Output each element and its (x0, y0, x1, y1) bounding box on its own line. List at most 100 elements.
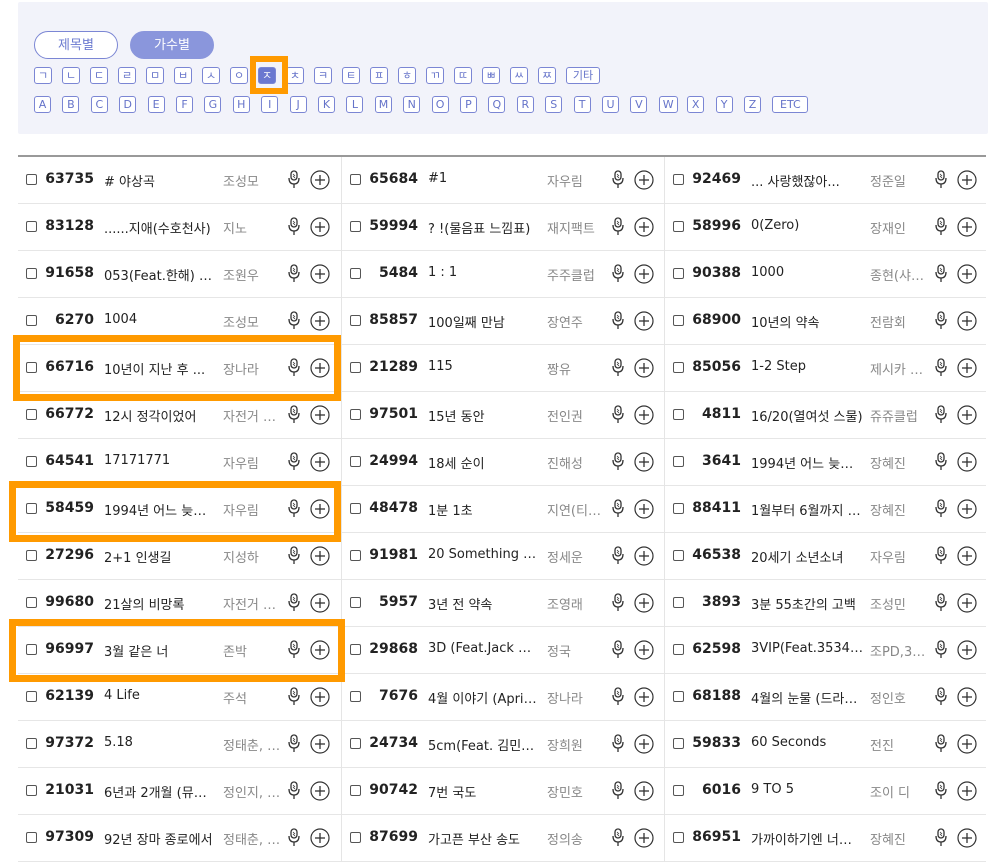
microphone-icon[interactable] (933, 640, 949, 660)
row-checkbox[interactable] (673, 174, 684, 185)
microphone-icon[interactable] (286, 593, 302, 613)
microphone-icon[interactable] (286, 640, 302, 660)
row-checkbox[interactable] (26, 268, 37, 279)
letter-chip[interactable]: I (261, 96, 279, 113)
row-checkbox[interactable] (673, 456, 684, 467)
microphone-icon[interactable] (933, 593, 949, 613)
consonant-chip[interactable]: ㅁ (146, 67, 165, 84)
add-circle-icon[interactable] (310, 781, 330, 801)
letter-chip[interactable]: V (630, 96, 648, 113)
song-title[interactable]: 3VIP(Feat.3534, ...) (751, 641, 863, 656)
consonant-chip[interactable]: ㅌ (342, 67, 361, 84)
letter-chip[interactable]: M (374, 96, 393, 113)
letter-chip[interactable]: Z (744, 96, 761, 113)
song-title[interactable]: 가고픈 부산 송도 (428, 829, 540, 848)
song-title[interactable]: 1004 (104, 312, 216, 327)
add-circle-icon[interactable] (957, 593, 977, 613)
add-circle-icon[interactable] (310, 734, 330, 754)
letter-chip[interactable]: N (403, 96, 421, 113)
song-title[interactable]: 3년 전 약속 (428, 594, 540, 613)
row-checkbox[interactable] (673, 738, 684, 749)
letter-chip[interactable]: K (318, 96, 335, 113)
song-title[interactable]: 20세기 소년소녀 (751, 547, 863, 566)
microphone-icon[interactable] (610, 640, 626, 660)
letter-chip[interactable]: B (62, 96, 80, 113)
microphone-icon[interactable] (933, 311, 949, 331)
song-title[interactable]: 1994년 어느 늦은 밤 (104, 500, 216, 519)
microphone-icon[interactable] (610, 217, 626, 237)
consonant-chip[interactable]: ㅆ (510, 67, 529, 84)
add-circle-icon[interactable] (634, 640, 654, 660)
consonant-chip[interactable]: ㅇ (230, 67, 249, 84)
letter-chip[interactable]: A (34, 96, 51, 113)
microphone-icon[interactable] (933, 546, 949, 566)
add-circle-icon[interactable] (957, 170, 977, 190)
add-circle-icon[interactable] (634, 593, 654, 613)
song-title[interactable]: 92년 장마 종로에서 (104, 829, 216, 848)
letter-chip[interactable]: Y (715, 96, 733, 113)
row-checkbox[interactable] (673, 221, 684, 232)
add-circle-icon[interactable] (634, 358, 654, 378)
microphone-icon[interactable] (610, 311, 626, 331)
consonant-chip[interactable]: ㅅ (202, 67, 221, 84)
row-checkbox[interactable] (350, 174, 361, 185)
add-circle-icon[interactable] (310, 452, 330, 472)
add-circle-icon[interactable] (957, 217, 977, 237)
add-circle-icon[interactable] (957, 640, 977, 660)
microphone-icon[interactable] (610, 828, 626, 848)
add-circle-icon[interactable] (310, 405, 330, 425)
song-title[interactable]: 12시 정각이었어 (104, 406, 216, 425)
song-title[interactable]: # 야상곡 (104, 171, 216, 190)
row-checkbox[interactable] (673, 362, 684, 373)
microphone-icon[interactable] (610, 734, 626, 754)
song-title[interactable]: 가까이하기엔 너무 먼 당신 (751, 829, 863, 848)
row-checkbox[interactable] (350, 832, 361, 843)
microphone-icon[interactable] (933, 217, 949, 237)
add-circle-icon[interactable] (634, 264, 654, 284)
microphone-icon[interactable] (610, 546, 626, 566)
row-checkbox[interactable] (26, 832, 37, 843)
consonant-chip[interactable]: ㅉ (538, 67, 557, 84)
row-checkbox[interactable] (26, 785, 37, 796)
song-title[interactable]: 2+1 인생길 (104, 547, 216, 566)
add-circle-icon[interactable] (310, 170, 330, 190)
add-circle-icon[interactable] (957, 405, 977, 425)
add-circle-icon[interactable] (310, 264, 330, 284)
song-title[interactable]: 3D (Feat.Jack Harlow) (428, 641, 540, 656)
add-circle-icon[interactable] (634, 499, 654, 519)
microphone-icon[interactable] (286, 734, 302, 754)
row-checkbox[interactable] (673, 644, 684, 655)
row-checkbox[interactable] (26, 597, 37, 608)
add-circle-icon[interactable] (957, 734, 977, 754)
consonant-chip[interactable]: ㄲ (426, 67, 445, 84)
microphone-icon[interactable] (933, 828, 949, 848)
consonant-chip[interactable]: ㅂ (174, 67, 193, 84)
microphone-icon[interactable] (286, 170, 302, 190)
add-circle-icon[interactable] (634, 828, 654, 848)
add-circle-icon[interactable] (957, 452, 977, 472)
song-title[interactable]: 0(Zero) (751, 218, 863, 233)
row-checkbox[interactable] (350, 268, 361, 279)
letter-chip[interactable]: S (545, 96, 563, 113)
row-checkbox[interactable] (350, 738, 361, 749)
row-checkbox[interactable] (350, 503, 361, 514)
microphone-icon[interactable] (933, 452, 949, 472)
microphone-icon[interactable] (933, 781, 949, 801)
consonant-chip[interactable]: ㄸ (454, 67, 473, 84)
add-circle-icon[interactable] (957, 546, 977, 566)
add-circle-icon[interactable] (310, 217, 330, 237)
add-circle-icon[interactable] (957, 828, 977, 848)
consonant-chip[interactable]: ㄴ (62, 67, 81, 84)
letter-chip[interactable]: P (460, 96, 477, 113)
microphone-icon[interactable] (610, 405, 626, 425)
letter-chip[interactable]: F (176, 96, 193, 113)
row-checkbox[interactable] (26, 409, 37, 420)
letter-chip[interactable]: R (516, 96, 534, 113)
row-checkbox[interactable] (350, 785, 361, 796)
row-checkbox[interactable] (26, 315, 37, 326)
consonant-chip[interactable]: 기타 (566, 67, 600, 84)
add-circle-icon[interactable] (634, 687, 654, 707)
microphone-icon[interactable] (610, 170, 626, 190)
row-checkbox[interactable] (350, 362, 361, 373)
song-title[interactable]: 3월 같은 너 (104, 641, 216, 660)
